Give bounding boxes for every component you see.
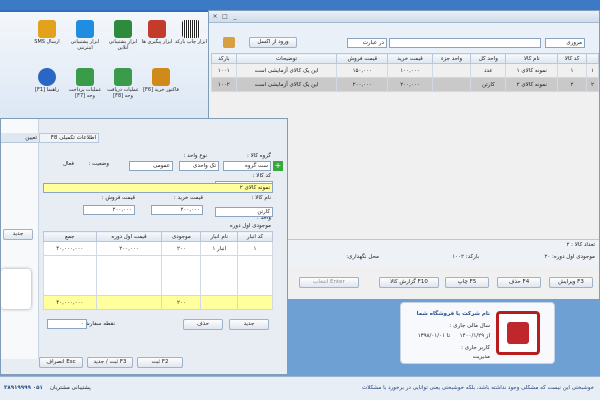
column-header-warehouse[interactable]: نام انبار xyxy=(200,231,239,242)
search-input[interactable] xyxy=(389,38,541,48)
table-row[interactable]: ۱۰۰۱ این یک کالای آزمایشی است ۱۵۰,۰۰۰ ۱۰… xyxy=(211,63,599,78)
ribbon-item-help[interactable]: راهنما [F1] xyxy=(28,66,66,110)
side-new-button[interactable]: جدید xyxy=(3,229,33,240)
name-input[interactable]: نمونه کالای ۲ xyxy=(43,183,273,193)
column-header-desc[interactable]: توضیحات xyxy=(235,53,338,64)
fiscal-date-from: از ۱۴۰۰/۱/۲۹ xyxy=(459,333,490,339)
name-label: نام کالا : xyxy=(251,195,271,201)
group-select[interactable]: ست گروه xyxy=(223,161,271,171)
column-header-name[interactable]: نام کالا xyxy=(505,53,559,64)
status-checkbox[interactable]: فعال xyxy=(63,161,81,169)
column-header-code[interactable]: کد کالا xyxy=(557,53,587,64)
help-icon xyxy=(38,68,56,86)
close-icon[interactable]: × xyxy=(211,13,219,21)
save-new-button[interactable]: ثبت / جدید F3 xyxy=(87,357,133,368)
payment-icon xyxy=(76,68,94,86)
ribbon-item-followups[interactable]: ابزار پیگیری ها xyxy=(138,18,176,62)
count-label: تعداد کالا : ۲ xyxy=(566,242,595,248)
group-label: گروه کالا : xyxy=(247,153,271,159)
add-group-icon[interactable]: + xyxy=(273,161,283,171)
stock-title: موجودی اول دوره xyxy=(229,223,271,229)
ribbon-item-purchase-invoice[interactable]: فاکتور خرید [F6] xyxy=(142,66,180,110)
stock-delete-button[interactable]: حذف xyxy=(183,319,223,330)
public-select[interactable]: عمومی xyxy=(129,161,173,171)
phone-number: ۰۵۱ ۳۸۹۱۹۹۹۹ xyxy=(4,385,43,391)
user-label: کاربر جاری : xyxy=(461,345,490,351)
dialog-side-panel: جدید xyxy=(1,119,39,359)
fiscal-date-to: تا ۱۳۹۸/۰۱/۰۱ xyxy=(417,333,450,339)
company-logo-icon xyxy=(496,311,540,355)
window-titlebar: × □ _ xyxy=(209,11,599,23)
search-operator-select[interactable]: در عبارت xyxy=(347,38,387,48)
column-header-sell[interactable]: قیمت فروش xyxy=(336,53,389,64)
unit-type-label: نوع واحد : xyxy=(183,153,207,159)
tab-tech-info[interactable]: اطلاعات تکمیلی F8 xyxy=(39,133,99,143)
buy-label: قیمت خرید : xyxy=(173,195,203,201)
column-header-warehouse-code[interactable]: کد انبار xyxy=(237,231,273,242)
minimize-icon[interactable]: _ xyxy=(231,13,239,21)
company-card: نام شرکت یا فروشگاه شما سال مالی جاری : … xyxy=(400,302,555,364)
storage-label: محل نگهداری: xyxy=(346,254,379,260)
tab-extra[interactable]: تعیین xyxy=(1,133,39,143)
stock-new-button[interactable]: جدید xyxy=(229,319,269,330)
maximize-icon[interactable]: □ xyxy=(221,13,229,21)
unit-type-select[interactable]: تک واحدی xyxy=(179,161,219,171)
table-row[interactable]: ۴۰,۰۰۰,۰۰۰ ۲۰۰,۰۰۰ ۲۰۰ انبار ۱ ۱ xyxy=(43,241,273,256)
ribbon-item-sms[interactable]: ارسال SMS xyxy=(28,18,66,62)
edit-button[interactable]: ویرایش F3 xyxy=(549,277,593,288)
stock-label: موجودی اول دوره: ۲۰ xyxy=(544,254,595,260)
ribbon-item-payment[interactable]: عملیات پرداخت وجه [F7] xyxy=(66,66,104,110)
column-header-barcode[interactable]: بارکد xyxy=(211,53,237,64)
company-name: نام شرکت یا فروشگاه شما xyxy=(416,311,490,317)
status-label: وضعیت : xyxy=(88,161,109,167)
footer-bar: ۰۵۱ ۳۸۹۱۹۹۹۹ پشتیبانی مشتریان خوشبختی ای… xyxy=(0,376,600,400)
import-excel-button[interactable]: ورود از اکسل xyxy=(249,37,297,48)
column-header-price[interactable]: قیمت اول دوره xyxy=(95,231,163,242)
print-button[interactable]: چاپ F5 xyxy=(445,277,489,288)
user-value: مدیریت xyxy=(472,354,490,360)
column-header-total[interactable]: جمع xyxy=(43,231,97,242)
product-table: بارکد توضیحات قیمت فروش قیمت خرید واحد ج… xyxy=(211,53,599,92)
ribbon-item-online-support[interactable]: ابزار پشتیبانی آنلاین xyxy=(104,18,142,62)
invoice-icon xyxy=(152,68,170,86)
unit-select[interactable]: کارتن xyxy=(215,207,273,217)
product-report-button[interactable]: گزارش کالا F10 xyxy=(379,277,439,288)
launcher-ribbon: ابزار پشتیبانی اینترنتی ارسال SMS ابزار … xyxy=(0,12,215,120)
column-header-buy[interactable]: قیمت خرید xyxy=(387,53,433,64)
fiscal-year-label: سال مالی جاری : xyxy=(449,323,490,329)
column-header-qty[interactable]: موجودی xyxy=(161,231,202,242)
table-row-selected[interactable]: ۱۰۰۲ این یک کالای آزمایشی است ۲۰۰,۰۰۰ ۲۰… xyxy=(211,77,599,92)
calendar-icon xyxy=(148,20,166,38)
search-field-select[interactable]: مروری xyxy=(545,38,585,48)
sell-price-input[interactable]: ۲۰۰,۰۰۰ xyxy=(83,205,135,215)
stock-total-row: ۴۰,۰۰۰,۰۰۰ ۲۰۰ xyxy=(43,295,273,310)
save-button[interactable]: ثبت F2 xyxy=(137,357,183,368)
product-edit-dialog: جدید تعیین اطلاعات تکمیلی F8 گروه کالا :… xyxy=(0,118,288,375)
column-header-row xyxy=(586,53,599,64)
receive-icon xyxy=(114,68,132,86)
support-text: پشتیبانی مشتریان xyxy=(50,385,91,391)
barcode-icon xyxy=(182,20,200,38)
stock-table: جمع قیمت اول دوره موجودی نام انبار کد ان… xyxy=(43,231,273,310)
teamviewer-icon xyxy=(76,20,94,38)
slogan-text: خوشبختی این نیست که مشکلی وجود نداشته با… xyxy=(362,385,594,391)
order-point-input[interactable]: ۰ xyxy=(47,319,87,329)
taskbar-strip xyxy=(0,0,600,10)
sms-icon xyxy=(38,20,56,38)
select-button[interactable]: انتخاب Enter xyxy=(299,277,359,288)
sell-label: قیمت فروش : xyxy=(101,195,135,201)
barcode-label: بارکد: ۱۰۰۲ xyxy=(452,254,479,260)
support-icon xyxy=(114,20,132,38)
buy-price-input[interactable]: ۲۰۰,۰۰۰ xyxy=(151,205,203,215)
ribbon-item-receive[interactable]: عملیات دریافت وجه [F8] xyxy=(104,66,142,110)
ribbon-item-remote[interactable]: ابزار پشتیبانی اینترنتی xyxy=(66,18,104,62)
product-image-placeholder xyxy=(1,269,31,309)
column-header-unit[interactable]: واحد کل xyxy=(470,53,507,64)
cancel-button[interactable]: انصراف Esc xyxy=(39,357,83,368)
settings-icon[interactable] xyxy=(223,37,235,48)
code-label: کد کالا : xyxy=(252,173,271,179)
delete-button[interactable]: حذف F4 xyxy=(497,277,541,288)
column-header-unit-part[interactable]: واحد جزء xyxy=(431,53,472,64)
ribbon-item-barcode[interactable]: ابزار چاپ بارکد xyxy=(172,18,210,62)
